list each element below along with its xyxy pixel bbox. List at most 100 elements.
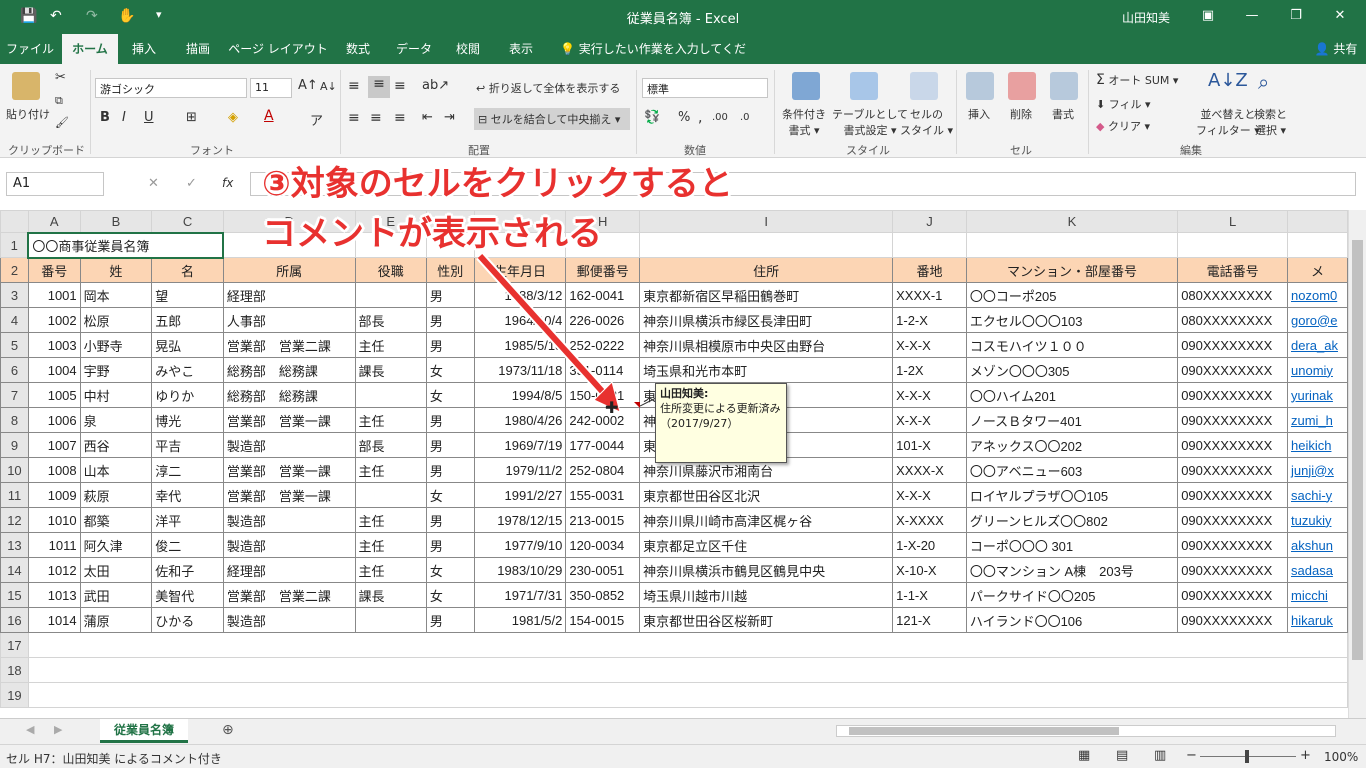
- cell[interactable]: heikich: [1287, 432, 1348, 458]
- cell[interactable]: 男: [425, 307, 475, 333]
- cell[interactable]: 1010: [27, 507, 81, 533]
- enter-icon[interactable]: ✓: [186, 176, 197, 191]
- restore-icon[interactable]: ❐: [1276, 4, 1316, 28]
- cell[interactable]: 洋平: [151, 507, 224, 533]
- cell[interactable]: sadasa: [1287, 557, 1348, 583]
- title-cell[interactable]: 〇〇商事従業員名簿: [27, 231, 225, 259]
- cell[interactable]: akshun: [1287, 532, 1348, 558]
- column-header[interactable]: I: [639, 210, 894, 233]
- cell[interactable]: 1971/7/31: [473, 582, 567, 608]
- number-format-combo[interactable]: 標準: [642, 78, 768, 98]
- header-cell[interactable]: 名: [151, 257, 224, 283]
- cell[interactable]: 武田: [79, 582, 153, 608]
- cell[interactable]: アネックス〇〇202: [965, 432, 1179, 458]
- scroll-right-icon[interactable]: ▶: [54, 723, 62, 736]
- cell[interactable]: 主任: [354, 332, 427, 358]
- cell[interactable]: 1004: [27, 357, 81, 383]
- header-cell[interactable]: マンション・部屋番号: [965, 257, 1179, 283]
- cell[interactable]: 男: [425, 332, 475, 358]
- cell[interactable]: 東京都足立区千住: [639, 532, 894, 558]
- cell[interactable]: 1977/9/10: [473, 532, 567, 558]
- cell[interactable]: unomiy: [1287, 357, 1348, 383]
- cell[interactable]: 090XXXXXXXX: [1177, 357, 1288, 383]
- cell[interactable]: tuzukiy: [1287, 507, 1348, 533]
- tab-file[interactable]: ファイル: [0, 34, 60, 64]
- cell[interactable]: 萩原: [79, 482, 153, 508]
- cell[interactable]: 総務部 総務課: [222, 382, 356, 408]
- cell[interactable]: 阿久津: [79, 532, 153, 558]
- header-cell[interactable]: 所属: [222, 257, 356, 283]
- font-name-combo[interactable]: 游ゴシック: [95, 78, 247, 98]
- cell[interactable]: X-X-X: [892, 407, 967, 433]
- cut-icon[interactable]: ✂: [55, 70, 66, 85]
- column-header[interactable]: A: [27, 210, 81, 233]
- new-sheet-icon[interactable]: ⊕: [222, 722, 234, 738]
- cell[interactable]: 俊二: [151, 532, 224, 558]
- cell[interactable]: 女: [425, 382, 475, 408]
- cell[interactable]: 090XXXXXXXX: [1177, 482, 1288, 508]
- format-cells-button[interactable]: 書式: [1052, 106, 1074, 122]
- cell[interactable]: 1008: [27, 457, 81, 483]
- cell[interactable]: micchi: [1287, 582, 1348, 608]
- tab-formulas[interactable]: 数式: [334, 34, 382, 64]
- cell[interactable]: [1177, 232, 1288, 258]
- cell[interactable]: 〇〇マンション A棟 203号: [965, 557, 1179, 583]
- cell[interactable]: みやこ: [151, 357, 224, 383]
- row-header[interactable]: 17: [0, 632, 29, 658]
- horizontal-scrollbar[interactable]: [836, 725, 1336, 737]
- cell[interactable]: 090XXXXXXXX: [1177, 582, 1288, 608]
- clear-button[interactable]: ◆ クリア ▾: [1096, 118, 1150, 134]
- row-header[interactable]: 6: [0, 357, 29, 383]
- comment-box[interactable]: 山田知美: 住所変更による更新済み（2017/9/27）: [655, 383, 787, 463]
- cell[interactable]: 総務部 総務課: [222, 357, 356, 383]
- conditional-format-icon[interactable]: [792, 72, 820, 100]
- cell[interactable]: 都築: [79, 507, 153, 533]
- h-scroll-thumb[interactable]: [849, 727, 1119, 735]
- cell[interactable]: 080XXXXXXXX: [1177, 307, 1288, 333]
- column-header[interactable]: C: [151, 210, 224, 233]
- cell[interactable]: 平吉: [151, 432, 224, 458]
- cell[interactable]: 男: [425, 432, 475, 458]
- cell[interactable]: 1012: [27, 557, 81, 583]
- cell[interactable]: 154-0015: [565, 607, 641, 633]
- cell[interactable]: 090XXXXXXXX: [1177, 432, 1288, 458]
- cell[interactable]: 埼玉県川越市川越: [639, 582, 894, 608]
- cell[interactable]: 090XXXXXXXX: [1177, 407, 1288, 433]
- cell[interactable]: エクセル〇〇〇103: [965, 307, 1179, 333]
- cell[interactable]: X-10-X: [892, 557, 967, 583]
- underline-icon[interactable]: U: [144, 110, 154, 125]
- name-box[interactable]: A1: [6, 172, 104, 196]
- cell[interactable]: 121-X: [892, 607, 967, 633]
- header-cell[interactable]: 役職: [354, 257, 427, 283]
- tell-me-box[interactable]: 💡 実行したい作業を入力してください: [560, 34, 750, 86]
- select-all-corner[interactable]: [0, 210, 29, 233]
- delete-cells-button[interactable]: 削除: [1010, 106, 1032, 122]
- decrease-decimal-icon[interactable]: .0: [740, 112, 750, 123]
- cell[interactable]: 090XXXXXXXX: [1177, 607, 1288, 633]
- decrease-indent-icon[interactable]: ⇤: [422, 110, 433, 125]
- cell[interactable]: 男: [425, 457, 475, 483]
- cell[interactable]: 1-2X: [892, 357, 967, 383]
- cell[interactable]: 男: [425, 407, 475, 433]
- vertical-scrollbar[interactable]: [1348, 210, 1366, 718]
- cell[interactable]: 課長: [354, 582, 427, 608]
- cell[interactable]: hikaruk: [1287, 607, 1348, 633]
- align-left-icon[interactable]: ≡: [348, 110, 360, 126]
- cell[interactable]: X-XXXX: [892, 507, 967, 533]
- percent-icon[interactable]: %: [678, 110, 690, 125]
- tab-insert[interactable]: 挿入: [122, 34, 166, 64]
- cell[interactable]: [354, 382, 427, 408]
- cell[interactable]: 1009: [27, 482, 81, 508]
- cell[interactable]: 経理部: [222, 282, 356, 308]
- cell[interactable]: ノースＢタワー401: [965, 407, 1179, 433]
- cell[interactable]: 1003: [27, 332, 81, 358]
- cell[interactable]: 部長: [354, 432, 427, 458]
- column-header[interactable]: B: [79, 210, 153, 233]
- cell[interactable]: 東京都世田谷区北沢: [639, 482, 894, 508]
- cell[interactable]: XXXX-1: [892, 282, 967, 308]
- find-icon[interactable]: ⌕: [1258, 70, 1269, 94]
- cell[interactable]: [1287, 232, 1348, 258]
- zoom-in-icon[interactable]: +: [1300, 748, 1311, 763]
- cell[interactable]: 090XXXXXXXX: [1177, 532, 1288, 558]
- accounting-format-icon[interactable]: 💱: [644, 110, 660, 125]
